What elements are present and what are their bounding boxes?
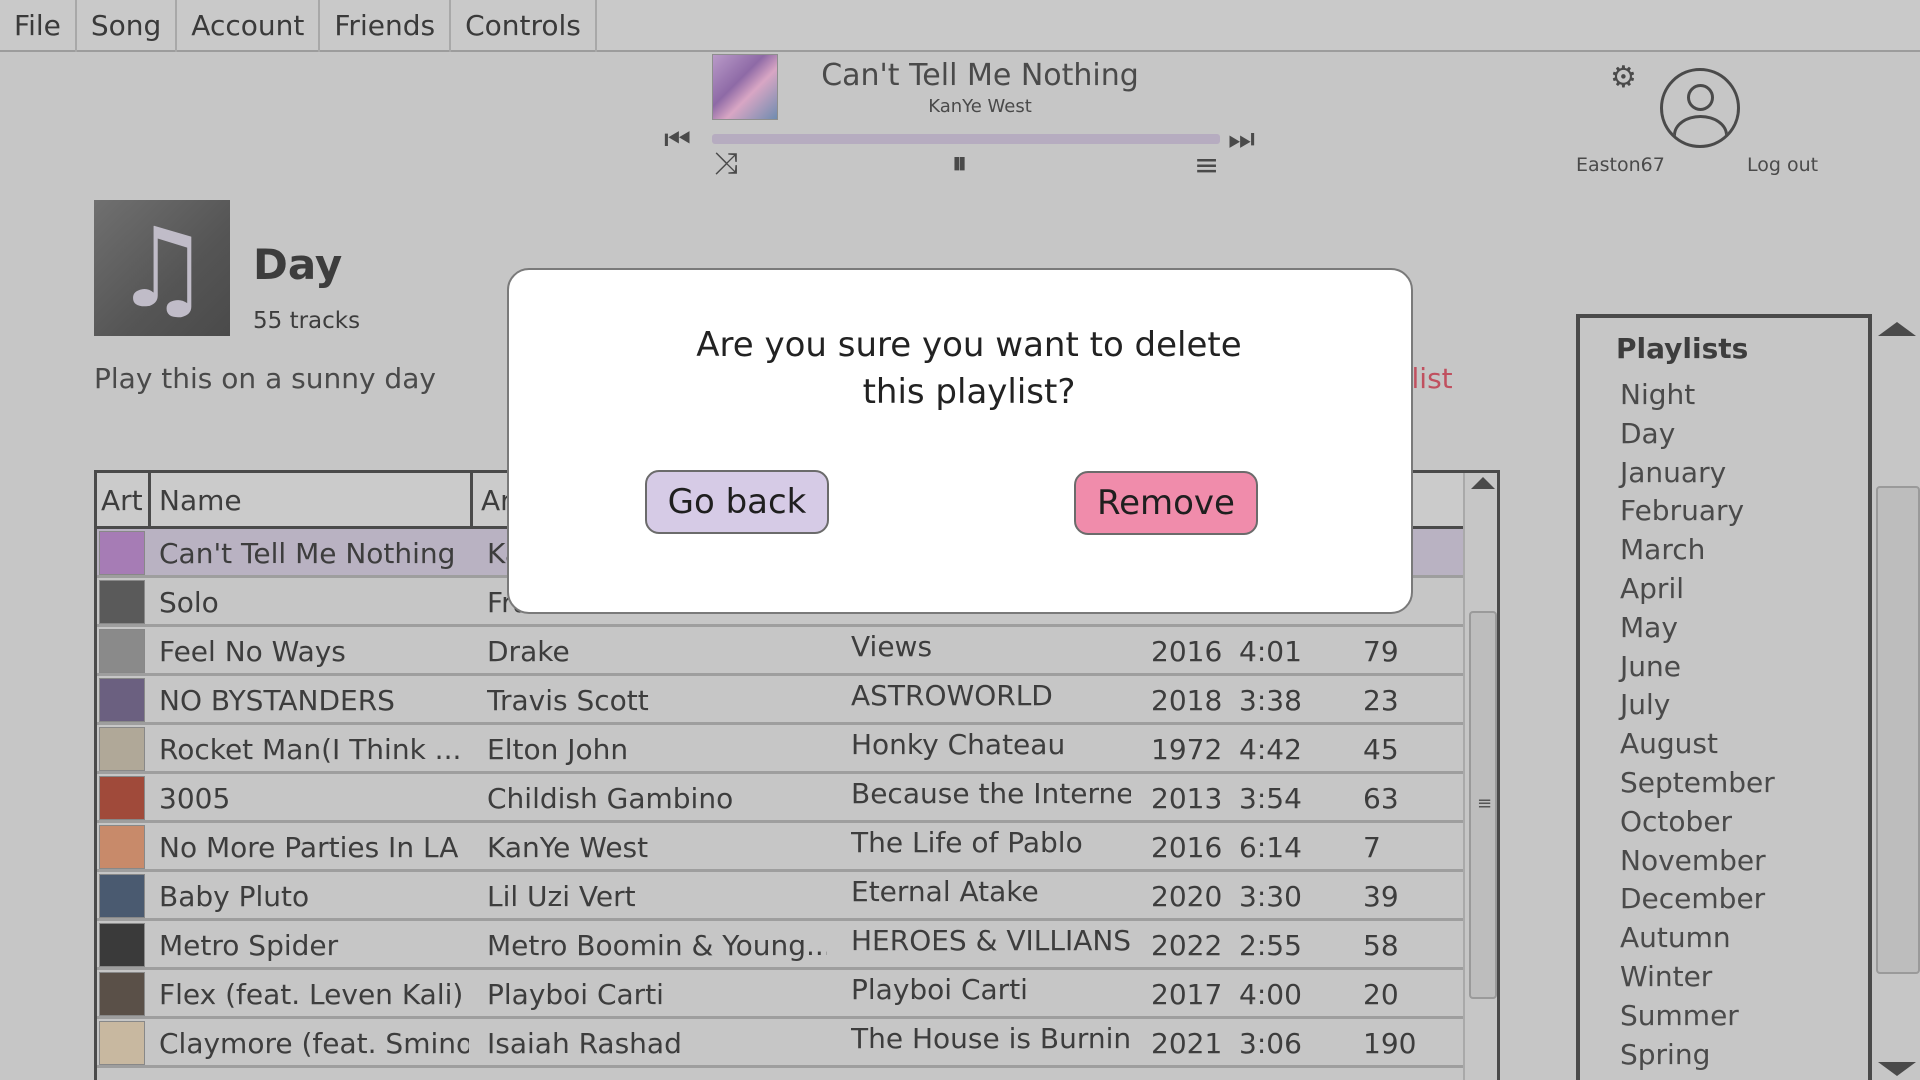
go-back-button[interactable]: Go back: [645, 470, 829, 534]
remove-button[interactable]: Remove: [1074, 471, 1258, 535]
delete-playlist-dialog: Are you sure you want to delete this pla…: [507, 268, 1413, 614]
dialog-message: Are you sure you want to delete this pla…: [609, 322, 1329, 416]
dialog-message-line1: Are you sure you want to delete: [696, 325, 1242, 365]
dialog-message-line2: this playlist?: [862, 372, 1076, 412]
